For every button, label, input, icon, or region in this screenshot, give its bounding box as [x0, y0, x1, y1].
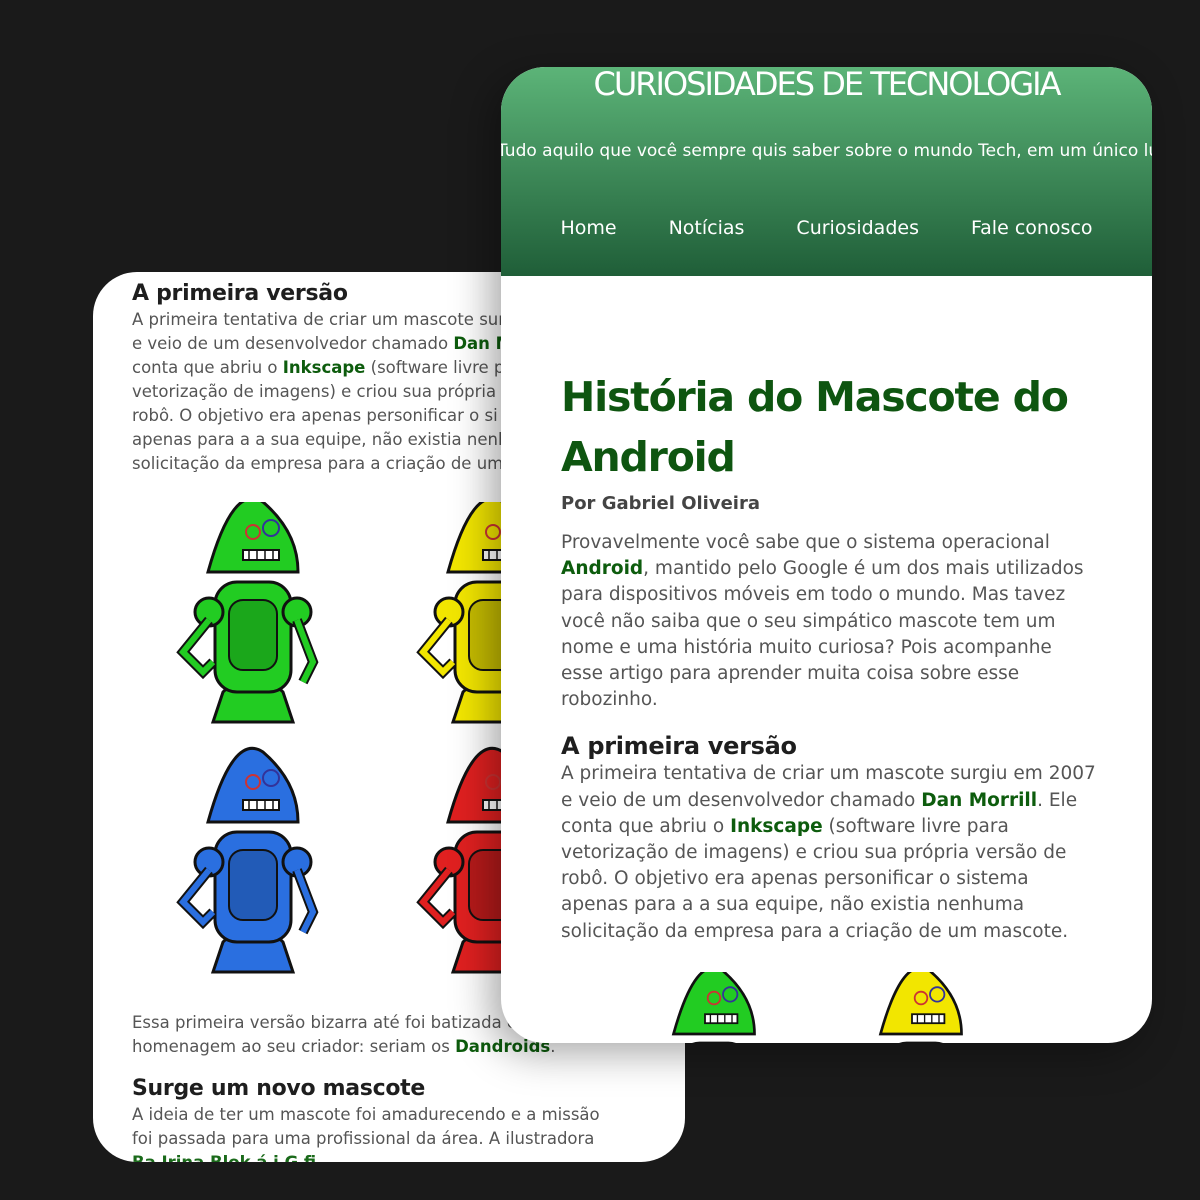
site-header: CURIOSIDADES DE TECNOLOGIA Tudo aquilo q… — [501, 67, 1152, 276]
nav-home[interactable]: Home — [560, 217, 616, 239]
back-section2-line2: foi passada para uma profissional da áre… — [132, 1129, 595, 1148]
back-section1-line-text: (software livre p — [365, 358, 505, 377]
section1-paragraph: A primeira tentativa de criar um mascote… — [561, 761, 1101, 944]
back-section1-line-text: A primeira tentativa de criar um mascote… — [132, 310, 506, 329]
section1-line-text: apenas para a a sua equipe, não existia … — [561, 894, 1025, 916]
dandroids-illustration-preview — [671, 972, 963, 1043]
back-section2-paragraph: A ideia de ter um mascote foi amadurecen… — [132, 1103, 672, 1162]
site-tagline: Tudo aquilo que você sempre quis saber s… — [501, 141, 1152, 161]
main-nav: Home Notícias Curiosidades Fale conosco — [501, 217, 1152, 239]
section1-keyword-link[interactable]: Inkscape — [730, 816, 823, 837]
article-byline: Por Gabriel Oliveira — [561, 493, 760, 514]
back-section1-line-text: e veio de um desenvolvedor chamado — [132, 334, 454, 353]
nav-curiosidades[interactable]: Curiosidades — [796, 217, 919, 239]
robot-yellow-preview — [878, 972, 963, 1043]
intro-line-text: nome e uma história muito curiosa? Pois … — [561, 636, 1052, 658]
robot-green-preview — [671, 972, 756, 1043]
site-title[interactable]: CURIOSIDADES DE TECNOLOGIA — [501, 67, 1152, 101]
article-content: História do Mascote do Android Por Gabri… — [561, 367, 1101, 945]
back-section2-heading: Surge um novo mascote — [132, 1076, 425, 1101]
back-section1-line-text: apenas para a a sua equipe, não existia … — [132, 430, 509, 449]
back-paragraph2-line2: homenagem ao seu criador: seriam os — [132, 1037, 456, 1056]
section1-keyword-link[interactable]: Dan Morrill — [921, 790, 1037, 811]
article-intro: Provavelmente você sabe que o sistema op… — [561, 530, 1101, 713]
intro-line-text: Provavelmente você sabe que o sistema op… — [561, 532, 1050, 553]
section1-line-text: vetorização de imagens) e criou sua próp… — [561, 842, 1067, 864]
intro-line-text: para dispositivos móveis em todo o mundo… — [561, 584, 1066, 606]
robot-blue — [176, 746, 319, 974]
intro-keyword-link[interactable]: Android — [561, 558, 643, 579]
back-section1-line-text: vetorização de imagens) e criou sua próp… — [132, 382, 512, 401]
back-section1-line-text: solicitação da empresa para a criação de… — [132, 454, 504, 473]
intro-line-text: você não saiba que o seu simpático masco… — [561, 610, 1056, 632]
intro-line-text: , mantido pelo Google é um dos mais util… — [643, 558, 1084, 580]
intro-text: Provavelmente você sabe que o sistema op… — [561, 530, 1101, 713]
back-section1-line-text: robô. O objetivo era apenas personificar… — [132, 406, 498, 425]
robot-green — [176, 502, 319, 724]
back-paragraph2-line1: Essa primeira versão bizarra até foi bat… — [132, 1013, 518, 1032]
article-title: História do Mascote do Android — [561, 373, 1069, 481]
section1-line-text: solicitação da empresa para a criação de… — [561, 920, 1069, 942]
intro-line-text: esse artigo para aprender muita coisa so… — [561, 663, 1020, 685]
section1-heading: A primeira versão — [561, 732, 797, 761]
section1-line-text: (software livre para — [822, 815, 1009, 837]
section1-line-text: conta que abriu o — [561, 815, 731, 837]
front-article-card: CURIOSIDADES DE TECNOLOGIA Tudo aquilo q… — [501, 67, 1152, 1043]
section1-line-text: . Ele — [1037, 789, 1078, 811]
section1-line-text: e veio de um desenvolvedor chamado — [561, 789, 922, 811]
back-section1-keyword-link[interactable]: Inkscape — [283, 358, 366, 377]
nav-noticias[interactable]: Notícias — [669, 217, 745, 239]
section1-line-text: A primeira tentativa de criar um mascote… — [561, 763, 1096, 785]
back-section1-line-text: conta que abriu o — [132, 358, 283, 377]
intro-line-text: robozinho. — [561, 689, 658, 711]
section1-line-text: robô. O objetivo era apenas personificar… — [561, 868, 1029, 890]
section1-text: A primeira tentativa de criar um mascote… — [561, 761, 1101, 944]
nav-fale-conosco[interactable]: Fale conosco — [971, 217, 1093, 239]
back-section2-line1: A ideia de ter um mascote foi amadurecen… — [132, 1105, 600, 1124]
back-section2-line3: Ba Irina Blok á i G fi — [132, 1153, 316, 1162]
